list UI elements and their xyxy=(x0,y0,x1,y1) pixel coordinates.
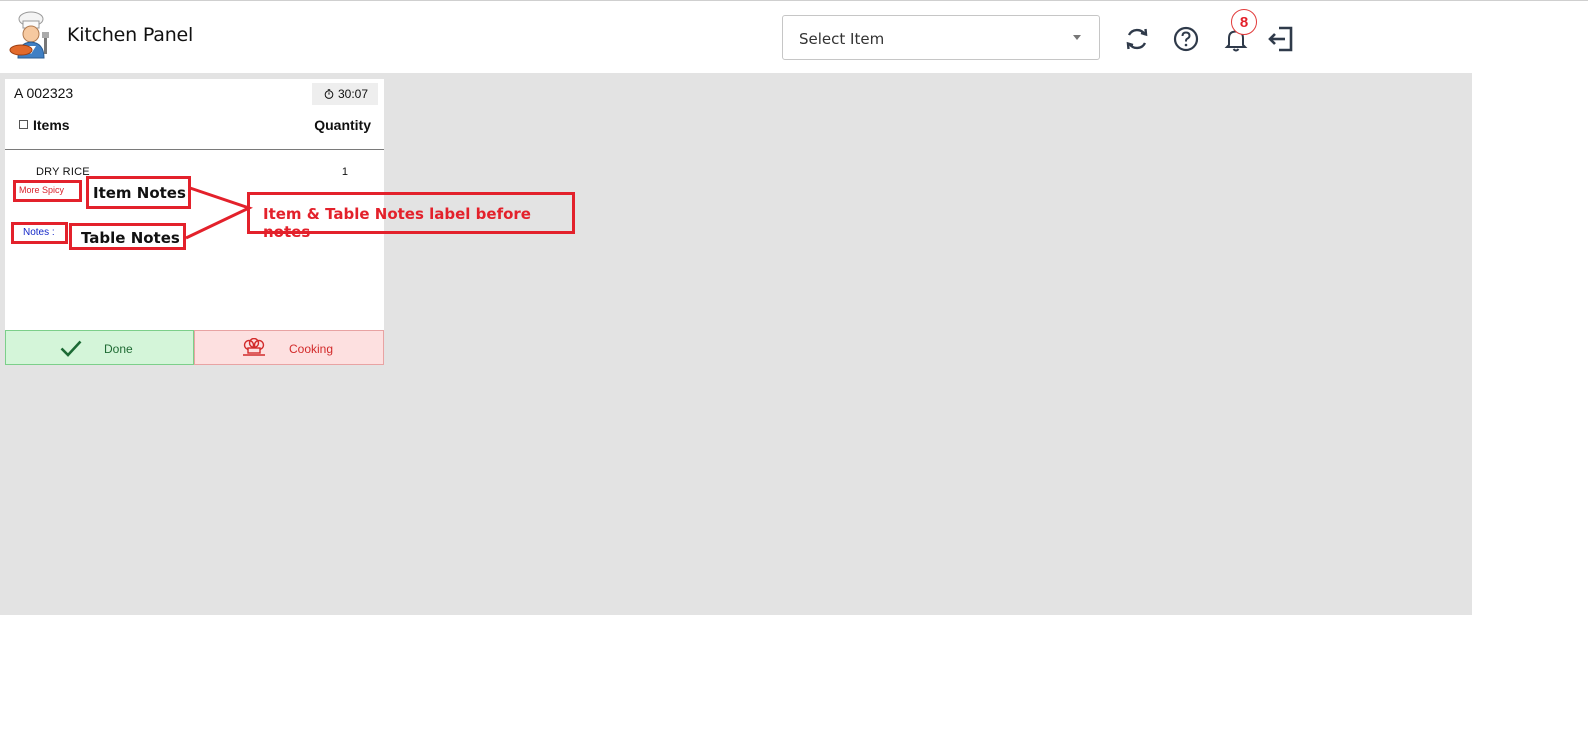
table-notes-annotation-text: Table Notes xyxy=(81,229,180,247)
item-notes-annotation: Item Notes xyxy=(86,176,191,209)
table-notes-highlight-box xyxy=(11,222,68,244)
table-notes-annotation: Table Notes xyxy=(69,223,186,250)
item-note-highlight-box xyxy=(13,180,82,202)
annotation-arrows xyxy=(185,186,253,240)
item-notes-annotation-text: Item Notes xyxy=(93,184,186,202)
notes-callout-box: Item & Table Notes label before notes xyxy=(247,192,575,241)
notes-callout-text: Item & Table Notes label before notes xyxy=(263,205,531,241)
